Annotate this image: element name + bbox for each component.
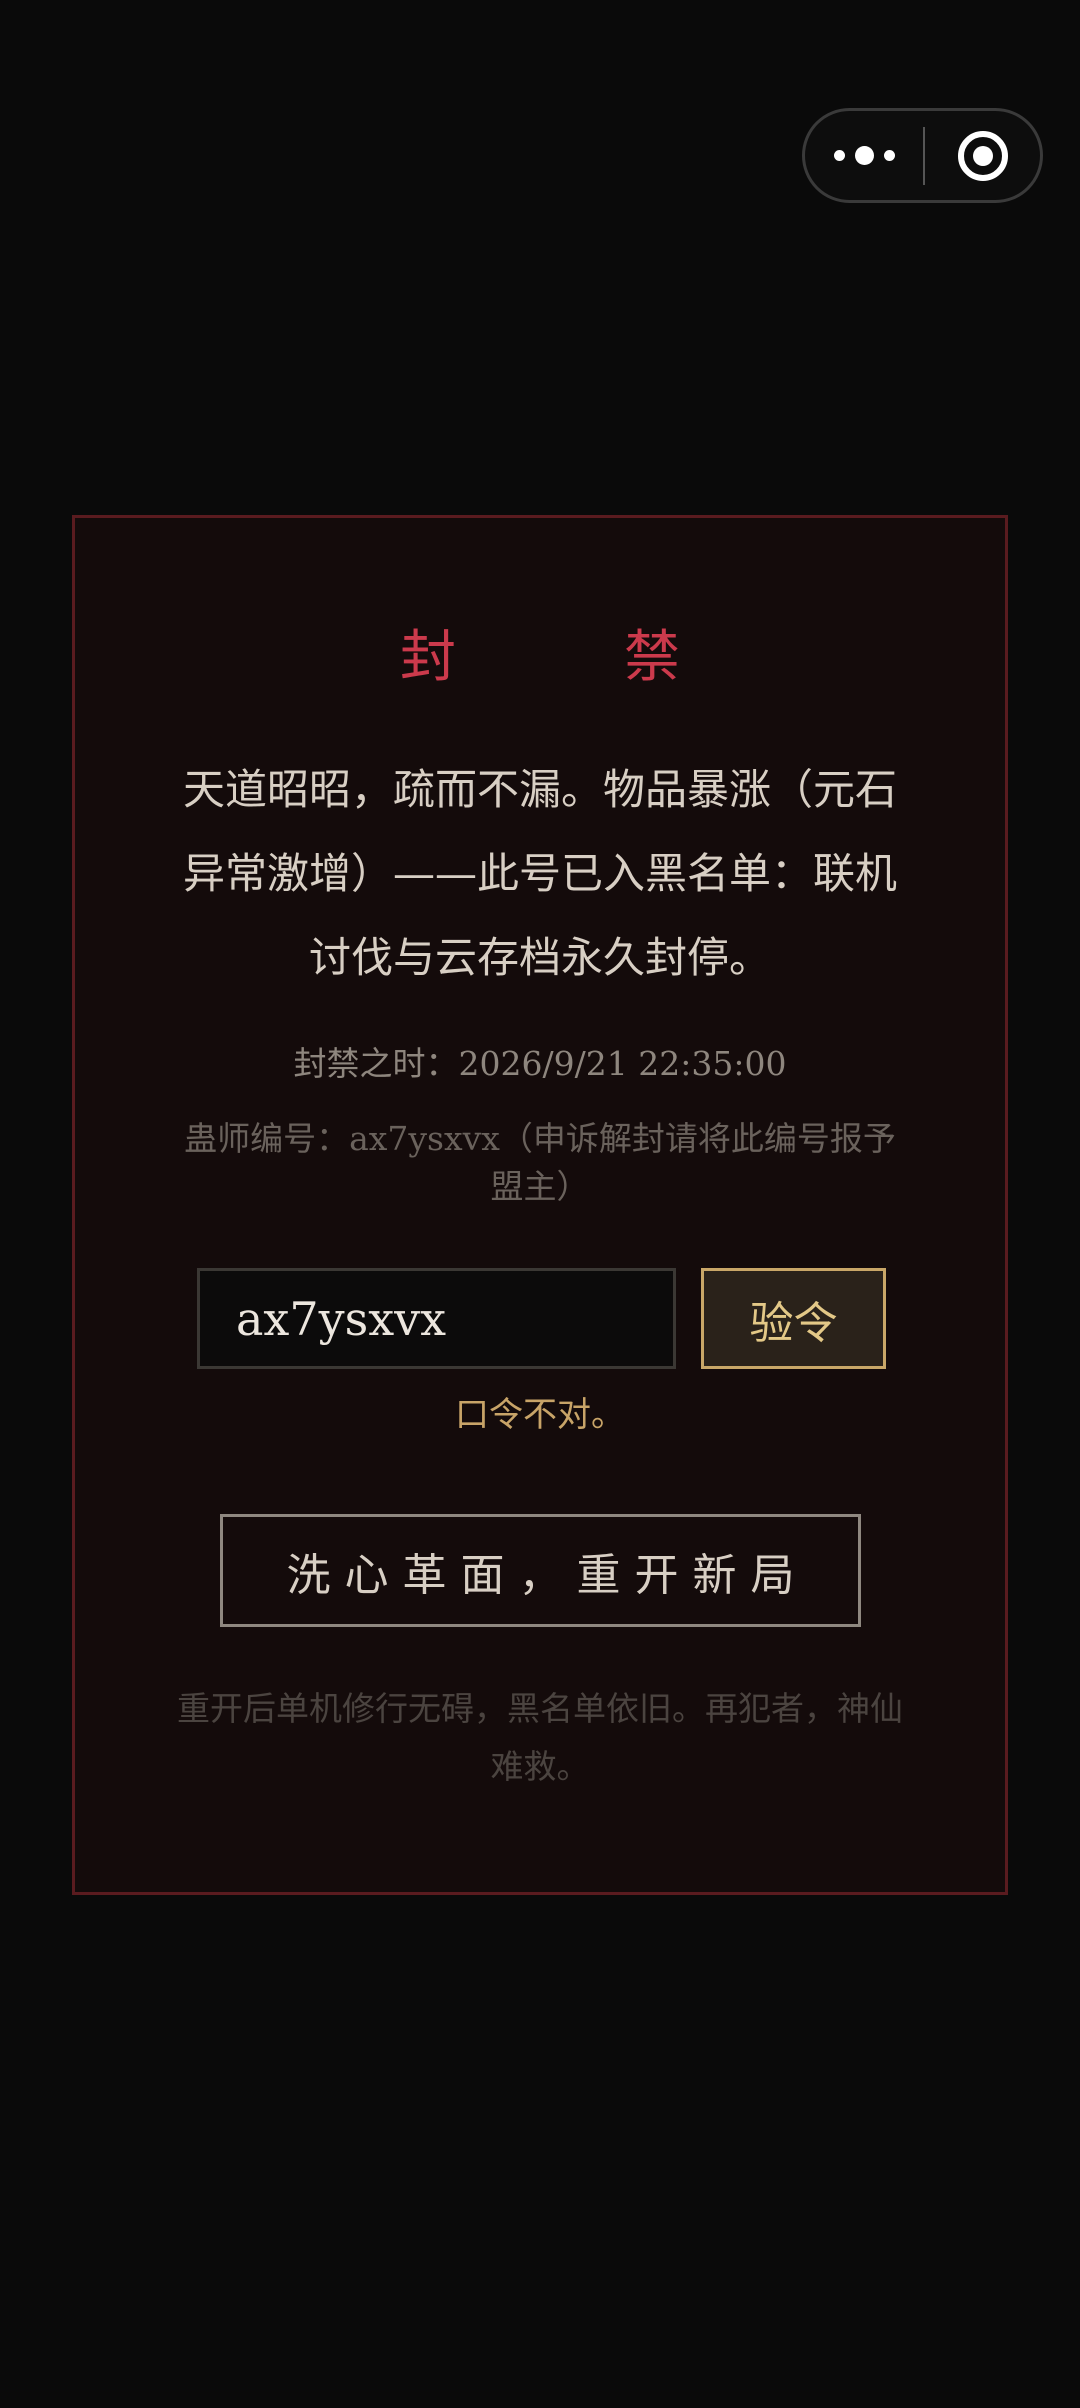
- restart-button[interactable]: 洗心革面，重开新局: [220, 1514, 861, 1627]
- verify-button[interactable]: 验令: [701, 1268, 886, 1369]
- target-circle-icon[interactable]: [925, 111, 1040, 200]
- ban-time-label: 封禁之时：: [293, 1044, 459, 1083]
- error-message: 口令不对。: [455, 1395, 625, 1435]
- more-dots-icon[interactable]: [805, 111, 923, 200]
- account-hint: （申诉解封请将此编号报予盟主）: [490, 1119, 896, 1206]
- ban-dialog: 封 禁 天道昭昭，疏而不漏。物品暴涨（元石异常激增）——此号已入黑名单：联机讨伐…: [72, 515, 1008, 1895]
- account-id: ax7ysxvx: [349, 1119, 500, 1158]
- account-info: 蛊师编号：ax7ysxvx（申诉解封请将此编号报予盟主）: [175, 1115, 905, 1211]
- account-label: 蛊师编号：: [184, 1119, 350, 1158]
- ban-message: 天道昭昭，疏而不漏。物品暴涨（元石异常激增）——此号已入黑名单：联机讨伐与云存档…: [182, 765, 897, 982]
- code-input[interactable]: [197, 1268, 676, 1369]
- ban-time: 封禁之时：2026/9/21 22:35:00: [135, 1042, 945, 1086]
- dialog-title: 封 禁: [400, 625, 736, 690]
- footer-note: 重开后单机修行无碍，黑名单依旧。再犯者，神仙难救。: [177, 1689, 903, 1786]
- ban-time-value: 2026/9/21 22:35:00: [458, 1044, 787, 1083]
- mini-program-capsule: [802, 108, 1043, 203]
